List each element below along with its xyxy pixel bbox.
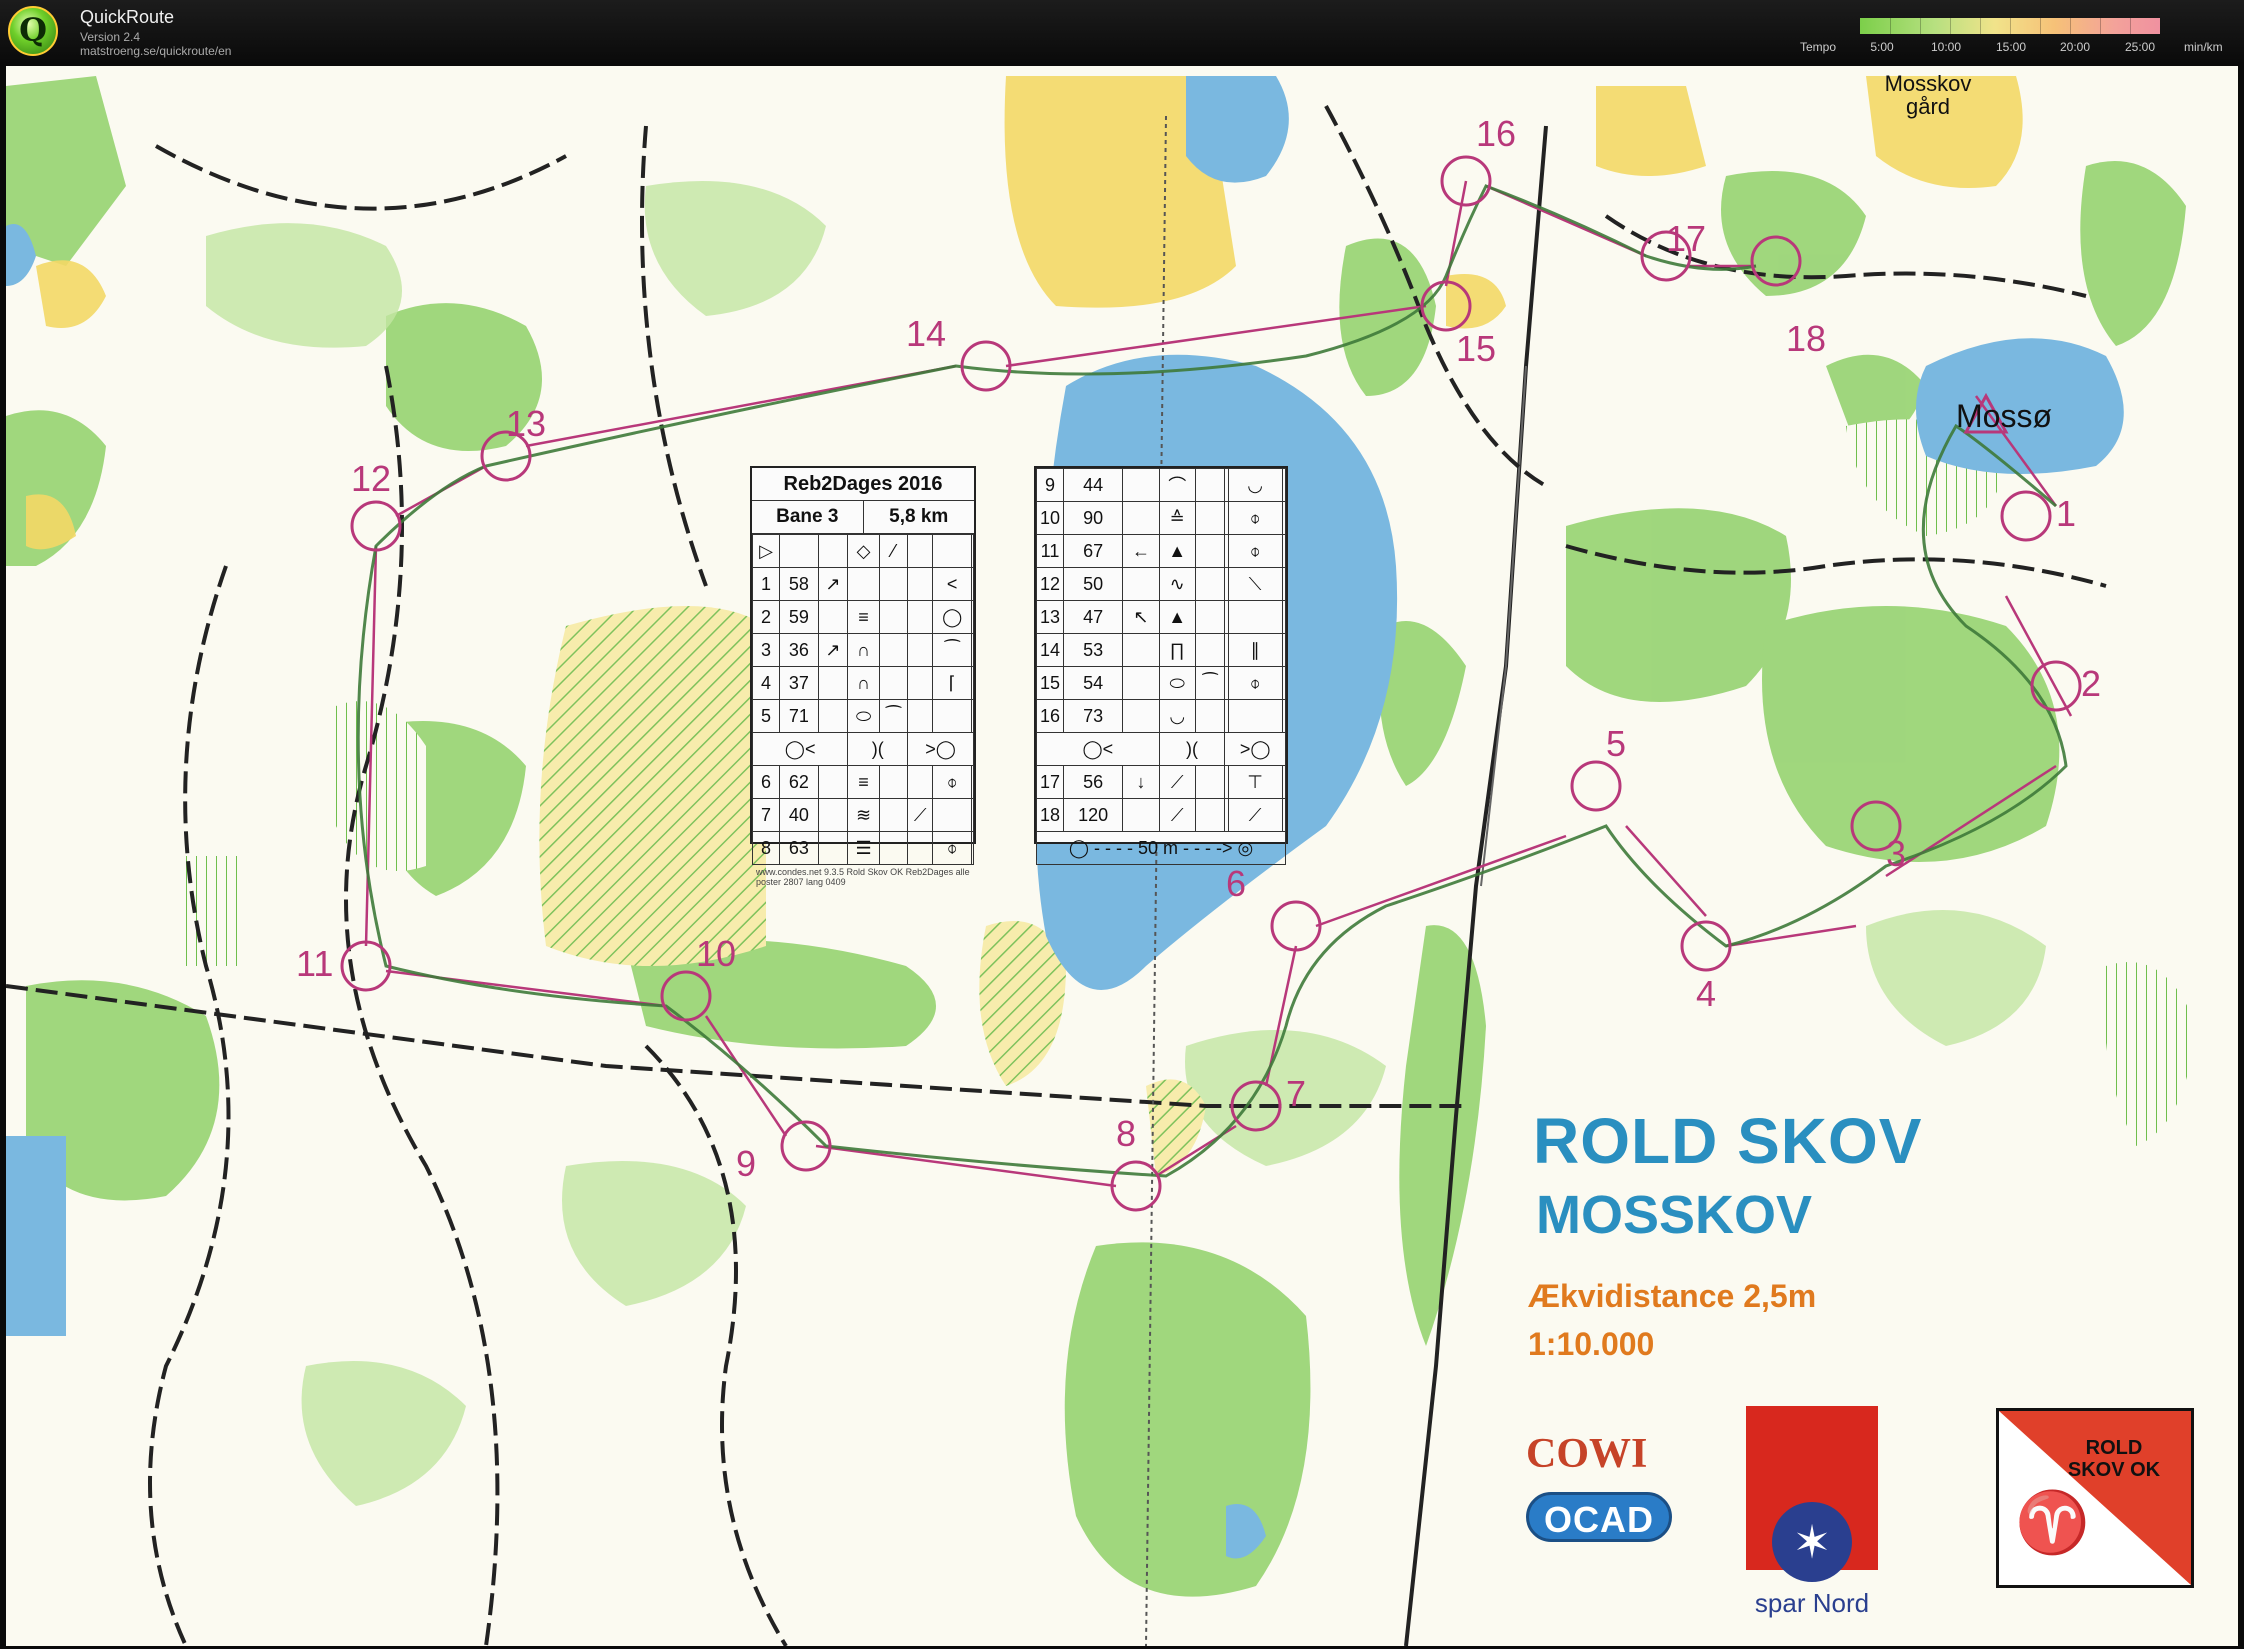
place-name-farm: Mosskov gård [1884,71,1972,120]
start-row: ▷ ◇ ⁄ [752,534,974,568]
table-row: 1 58 ↗ < [752,567,974,601]
control-number: 16 [1476,113,1517,154]
control-number: 10 [696,933,737,974]
tempo-scale-ticks [1860,18,2160,34]
tempo-tick: 5:00 [1870,40,1894,54]
table-row: 5 71 ⬭ ⁀ [752,699,974,733]
tempo-tick: 20:00 [2059,40,2091,54]
control-number: 17 [1666,218,1707,259]
control-number: 1 [2056,493,2077,534]
tempo-tick: 25:00 [2124,40,2156,54]
control-number: 8 [1116,1113,1137,1154]
control-number: 14 [906,313,947,354]
orienteering-map[interactable]: 1 2 3 4 5 6 7 8 9 10 11 12 13 14 15 16 1… [6,66,2238,1646]
course-length: 5,8 km [862,501,975,533]
table-row: 12 50 ∿ ⟍ [1036,567,1287,601]
sheet-footer: www.condes.net 9.3.5 Rold Skov OK Reb2Da… [756,867,970,887]
table-row: 4 37 ∩ ⌈ [752,666,974,700]
map-scale: 1:10.000 [1528,1326,1655,1362]
table-row: 8 63 ☰ ⌽ [752,831,974,865]
description-table-left: ▷ ◇ ⁄ 1 58 ↗ < 2 59 ≡ ◯ 3 36 ↗ ∩ ⁀ 4 37 ∩ ⌈ 5 71 ⬭ ⁀ ◯<)(>… [751,534,974,865]
finish-row: ◯ - - - - 50 m - - - -> ◎ [1036,831,1286,865]
finish-distance: 50 m [1137,837,1178,858]
control-number: 9 [736,1143,757,1184]
control-number: 7 [1286,1073,1307,1114]
table-row: 14 53 ∏ ∥ [1036,633,1287,667]
club-logo: ROLD SKOV OK ♈ [1996,1408,2194,1588]
table-row: 2 59 ≡ ◯ [752,600,974,634]
control-number: 13 [506,403,547,444]
tempo-tick: 10:00 [1930,40,1962,54]
control-number: 4 [1696,973,1717,1014]
spar-nord-logo: ✶ spar Nord [1746,1406,1878,1624]
ocad-logo: OCAD [1526,1492,1672,1542]
cowi-logo: COWI [1526,1431,1648,1477]
route-row: ◯<)(>◯ [1036,732,1286,766]
club-logo-text: ROLD SKOV OK [2067,1437,2161,1481]
star-icon: ✶ [1772,1502,1852,1582]
event-title: Reb2Dages 2016 [752,468,974,501]
control-number: 11 [296,943,334,984]
contour-interval: Ækvidistance 2,5m [1528,1278,1817,1314]
place-name-lake: Mossø [1956,398,2052,434]
control-number: 18 [1786,318,1827,359]
quickroute-logo-icon: Q [8,6,58,56]
control-description-sheet-left: Reb2Dages 2016 Bane 3 5,8 km ▷ ◇ ⁄ 1 58 ↗ < 2… [750,466,976,887]
control-number: 5 [1606,723,1627,764]
course-header: Bane 3 5,8 km [752,501,974,534]
control-number: 2 [2081,663,2102,704]
table-row: 18 120 ⟋ ⟋ [1036,798,1287,832]
map-subtitle: MOSSKOV [1536,1185,1813,1245]
spar-nord-text: spar Nord [1754,1588,1870,1618]
control-description-sheet-right: 9 44 ⌒ ◡ 10 90 ≙ ⌽ 11 67 ← ▲ ⌽ 12 50 ∿ ⟍ 13 47 ↖ ▲ 14 53 ∏… [1034,466,1288,865]
tempo-tick: 15:00 [1995,40,2027,54]
table-row: 16 73 ◡ [1036,699,1287,733]
description-table-right: 9 44 ⌒ ◡ 10 90 ≙ ⌽ 11 67 ← ▲ ⌽ 12 50 ∿ ⟍ 13 47 ↖ ▲ 14 53 ∏… [1036,468,1287,865]
app-url[interactable]: matstroeng.se/quickroute/en [80,44,231,58]
course-name: Bane 3 [776,506,839,527]
route-row: ◯<)(>◯ [751,732,974,766]
table-row: 11 67 ← ▲ ⌽ [1036,534,1287,568]
table-row: 10 90 ≙ ⌽ [1036,501,1287,535]
antler-icon: ♈ [2015,1489,2090,1556]
app-version: Version 2.4 [80,30,141,44]
table-row: 6 62 ≡ ⌽ [752,765,974,799]
table-row: 17 56 ↓ ⟋ ⊤ [1036,765,1287,799]
table-row: 9 44 ⌒ ◡ [1036,468,1287,502]
control-number: 6 [1226,863,1247,904]
control-number: 15 [1456,328,1497,369]
table-row: 7 40 ≋ ⟋ [752,798,974,832]
table-row: 15 54 ⬭ ⁀ ⌽ [1036,666,1287,700]
control-number: 12 [351,458,392,499]
table-row: 3 36 ↗ ∩ ⁀ [752,633,974,667]
table-row: 13 47 ↖ ▲ [1036,600,1287,634]
app-toolbar: Q QuickRoute Version 2.4 matstroeng.se/q… [0,0,2244,64]
app-name: QuickRoute [80,7,175,27]
map-title: ROLD SKOV [1533,1105,1923,1177]
tempo-unit: min/km [2184,40,2223,54]
control-number: 3 [1886,833,1907,874]
tempo-label: Tempo [1800,40,1837,54]
